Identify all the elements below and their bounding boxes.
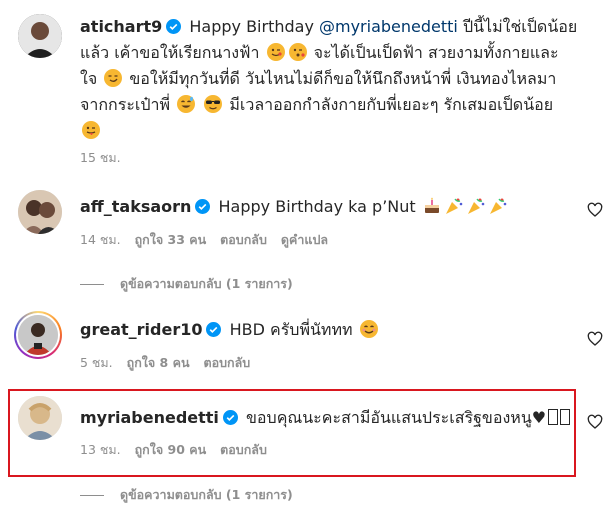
emoji-icon bbox=[288, 43, 307, 61]
username[interactable]: aff_taksaorn bbox=[80, 197, 191, 216]
emoji-icon bbox=[104, 69, 123, 87]
comment-meta: 14 ชม. ถูกใจ 33 คน ตอบกลับ ดูคำแปล bbox=[80, 230, 342, 250]
avatar-great-rider10 bbox=[18, 315, 58, 355]
view-replies-button[interactable]: ดูข้อความตอบกลับ (1 รายการ) bbox=[80, 274, 293, 294]
verified-badge-icon bbox=[195, 199, 211, 214]
translate-button[interactable]: ดูคำแปล bbox=[281, 232, 328, 247]
avatar-aff-taksaorn[interactable] bbox=[18, 190, 62, 234]
verified-badge-icon bbox=[222, 410, 238, 425]
party-popper-emoji-icon bbox=[489, 198, 507, 214]
comment-meta: 15 ชม. bbox=[80, 148, 135, 168]
comment-body: myriabenedetti ขอบคุณนะคะสามีอันแสนประเส… bbox=[80, 405, 580, 431]
story-ring[interactable] bbox=[14, 311, 62, 359]
comment-body: atichart9 Happy Birthday @myriabenedetti… bbox=[80, 14, 580, 144]
emoji-icon bbox=[177, 95, 196, 113]
heart-icon[interactable] bbox=[587, 202, 603, 218]
cake-emoji-icon bbox=[424, 197, 439, 213]
username[interactable]: myriabenedetti bbox=[80, 408, 219, 427]
view-replies-button[interactable]: ดูข้อความตอบกลับ (1 รายการ) bbox=[80, 485, 293, 505]
avatar-atichart9[interactable] bbox=[18, 14, 62, 58]
heart-icon[interactable] bbox=[587, 331, 603, 347]
comment-meta: 13 ชม. ถูกใจ 90 คน ตอบกลับ bbox=[80, 440, 281, 460]
username[interactable]: great_rider10 bbox=[80, 320, 202, 339]
reply-button[interactable]: ตอบกลับ bbox=[204, 355, 251, 370]
highlight-box bbox=[8, 389, 576, 477]
comment-time[interactable]: 13 ชม. bbox=[80, 442, 121, 457]
comment-time[interactable]: 14 ชม. bbox=[80, 232, 121, 247]
username[interactable]: atichart9 bbox=[80, 17, 162, 36]
avatar-myriabenedetti[interactable] bbox=[18, 396, 62, 440]
party-popper-emoji-icon bbox=[467, 198, 485, 214]
comment-body: aff_taksaorn Happy Birthday ka p’Nut bbox=[80, 194, 580, 220]
comment-body: great_rider10 HBD ครับพี่นัททท bbox=[80, 317, 580, 343]
like-count[interactable]: ถูกใจ 90 คน bbox=[135, 442, 207, 457]
emoji-icon bbox=[266, 43, 285, 61]
verified-badge-icon bbox=[206, 322, 222, 337]
reply-button[interactable]: ตอบกลับ bbox=[220, 232, 267, 247]
party-popper-emoji-icon bbox=[445, 198, 463, 214]
smiling-emoji-icon bbox=[359, 320, 378, 338]
emoji-icon bbox=[82, 121, 100, 139]
comment-time[interactable]: 15 ชม. bbox=[80, 150, 121, 165]
verified-badge-icon bbox=[166, 19, 182, 34]
reply-button[interactable]: ตอบกลับ bbox=[220, 442, 267, 457]
missing-glyph-box bbox=[548, 409, 559, 425]
comment-meta: 5 ชม. ถูกใจ 8 คน ตอบกลับ bbox=[80, 353, 264, 373]
missing-glyph-box bbox=[560, 409, 571, 425]
comment-time[interactable]: 5 ชม. bbox=[80, 355, 113, 370]
replies-divider bbox=[80, 284, 104, 285]
mention-link[interactable]: @myriabenedetti bbox=[319, 17, 458, 36]
like-count[interactable]: ถูกใจ 33 คน bbox=[135, 232, 207, 247]
replies-divider bbox=[80, 495, 104, 496]
emoji-icon bbox=[204, 95, 223, 113]
heart-icon[interactable] bbox=[587, 414, 603, 430]
like-count[interactable]: ถูกใจ 8 คน bbox=[127, 355, 190, 370]
